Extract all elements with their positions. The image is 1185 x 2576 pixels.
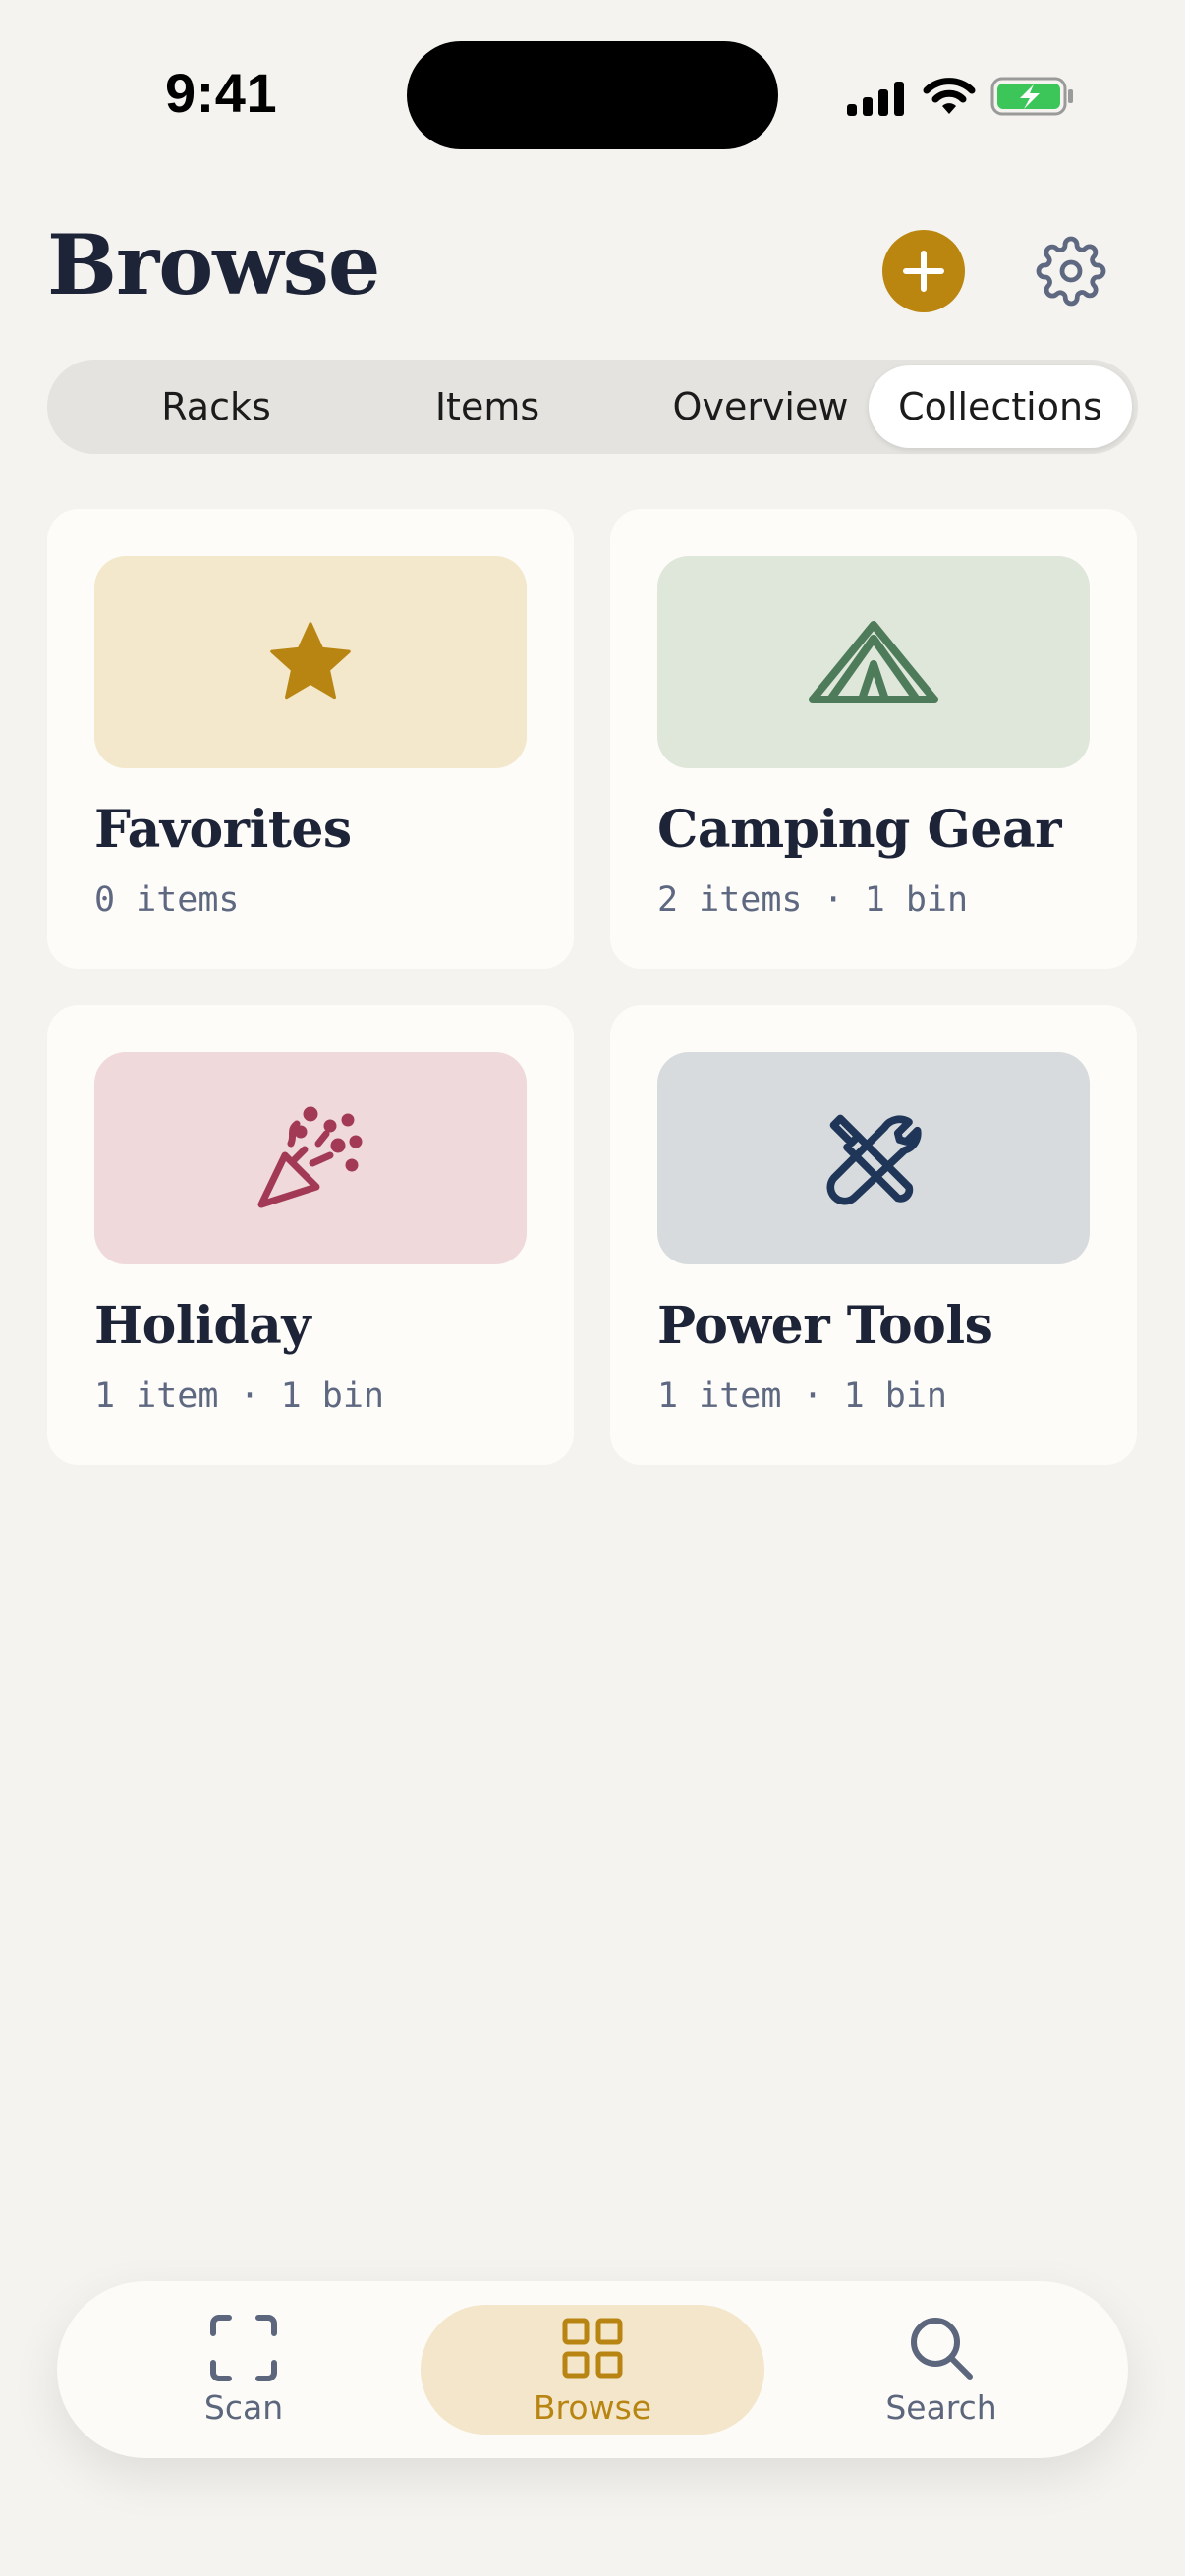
party-popper-icon bbox=[257, 1106, 363, 1208]
tab-label: Browse bbox=[533, 2387, 652, 2427]
status-time: 9:41 bbox=[165, 62, 278, 124]
segment-collections[interactable]: Collections bbox=[869, 365, 1132, 448]
tab-browse[interactable]: Browse bbox=[421, 2305, 764, 2435]
dynamic-island bbox=[407, 41, 778, 149]
star-icon bbox=[270, 622, 351, 700]
collection-thumbnail bbox=[94, 556, 527, 768]
tab-label: Search bbox=[885, 2387, 997, 2427]
collection-card-holiday[interactable]: Holiday 1 item · 1 bin bbox=[47, 1005, 574, 1465]
tab-label: Scan bbox=[203, 2387, 284, 2427]
page-title: Browse bbox=[47, 216, 380, 313]
collection-title: Camping Gear bbox=[657, 800, 1062, 860]
settings-button[interactable] bbox=[1034, 234, 1108, 308]
collection-title: Power Tools bbox=[657, 1296, 993, 1356]
tab-scan[interactable]: Scan bbox=[96, 2305, 391, 2435]
tab-search[interactable]: Search bbox=[794, 2305, 1089, 2435]
cellular-signal-icon bbox=[847, 82, 904, 116]
status-icons bbox=[845, 73, 1081, 120]
battery-charging-icon bbox=[990, 77, 1073, 116]
collection-title: Favorites bbox=[94, 800, 352, 860]
tab-bar: Scan Browse Search bbox=[57, 2281, 1128, 2458]
collection-card-camping-gear[interactable]: Camping Gear 2 items · 1 bin bbox=[610, 509, 1137, 969]
collection-meta: 2 items · 1 bin bbox=[657, 880, 969, 920]
tent-icon bbox=[809, 621, 938, 703]
collection-thumbnail bbox=[657, 556, 1090, 768]
gear-icon bbox=[1036, 236, 1106, 307]
segmented-control: Racks Items Overview Collections bbox=[47, 360, 1138, 454]
segment-items[interactable]: Items bbox=[356, 365, 619, 448]
collection-thumbnail bbox=[657, 1052, 1090, 1264]
collection-card-power-tools[interactable]: Power Tools 1 item · 1 bin bbox=[610, 1005, 1137, 1465]
collection-thumbnail bbox=[94, 1052, 527, 1264]
plus-icon bbox=[903, 251, 944, 292]
segment-racks[interactable]: Racks bbox=[85, 365, 348, 448]
scan-icon bbox=[209, 2314, 278, 2382]
collection-title: Holiday bbox=[94, 1296, 311, 1356]
wifi-icon bbox=[923, 78, 976, 114]
collection-meta: 1 item · 1 bin bbox=[657, 1376, 948, 1416]
collection-meta: 1 item · 1 bin bbox=[94, 1376, 385, 1416]
collection-card-favorites[interactable]: Favorites 0 items bbox=[47, 509, 574, 969]
search-icon bbox=[907, 2314, 976, 2382]
tools-icon bbox=[826, 1114, 922, 1205]
add-button[interactable] bbox=[882, 230, 965, 312]
segment-overview[interactable]: Overview bbox=[629, 365, 892, 448]
collection-meta: 0 items bbox=[94, 880, 240, 920]
grid-icon bbox=[561, 2314, 624, 2382]
